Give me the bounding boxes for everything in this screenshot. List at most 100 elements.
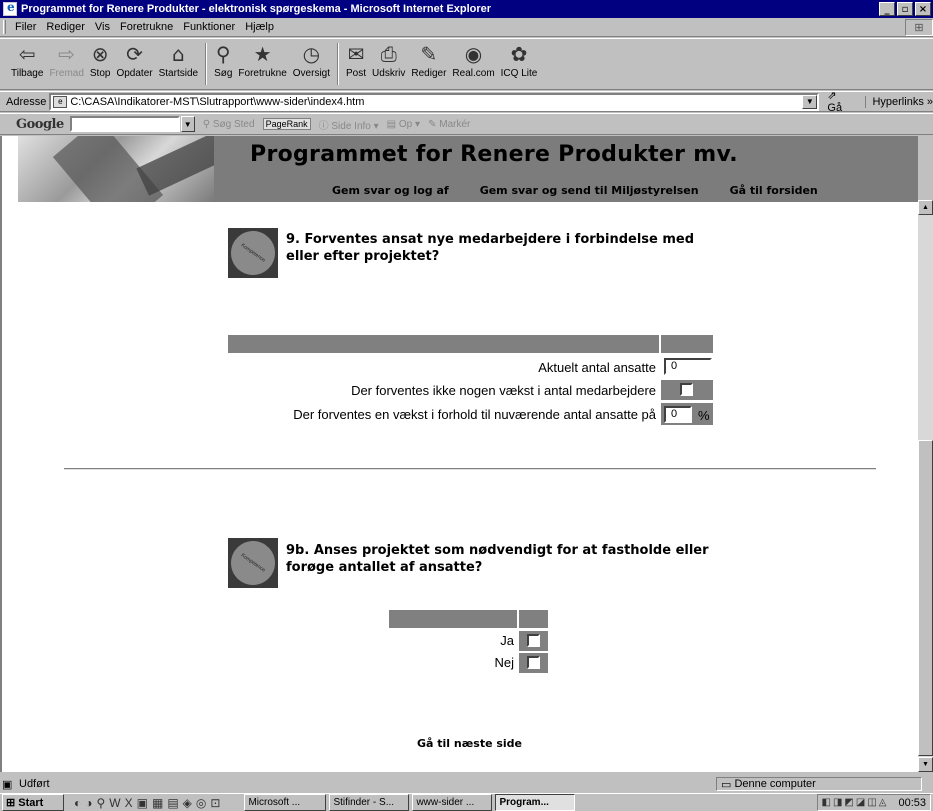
icq-lite-button[interactable]: ✿ ICQ Lite [501,39,538,87]
history-button[interactable]: ◷ Oversigt [293,39,330,87]
highlight-button[interactable]: ✎ Markér [428,119,470,130]
mail-button[interactable]: ✉ Post [346,39,366,87]
task-button[interactable]: www-sider ... [412,794,493,811]
realcom-button[interactable]: ◉ Real.com [452,39,494,87]
table-header [519,610,548,628]
security-zone: ▭ Denne computer [716,777,922,791]
quick-launch-icon[interactable]: ⊡ [210,796,220,810]
quick-launch-icon[interactable]: ◈ [183,796,192,810]
links-button[interactable]: Hyperlinks » [865,95,933,108]
question-badge-icon: Kompetence [222,532,284,594]
address-url: C:\CASA\Indikatorer-MST\Slutrapport\www-… [70,95,365,108]
table-header [661,335,713,353]
forward-arrow-icon: ⇨ [58,42,76,66]
no-checkbox[interactable] [527,656,540,669]
maximize-button[interactable]: ▫ [897,2,913,16]
section-divider [64,468,876,470]
minimize-button[interactable]: _ [879,2,895,16]
menu-bar: Filer Rediger Vis Foretrukne Funktioner … [0,18,933,37]
address-input[interactable]: e C:\CASA\Indikatorer-MST\Slutrapport\ww… [49,92,820,111]
stop-icon: ⊗ [91,42,109,66]
refresh-icon: ⟳ [126,42,143,66]
edit-button[interactable]: ✎ Rediger [411,39,446,87]
question-badge-icon: Kompetence [222,222,284,284]
google-toolbar: Google ▼ ⚲ Søg Sted PageRank ⓘ Side Info… [0,113,933,135]
history-icon: ◷ [302,42,321,66]
quick-launch-icon[interactable]: ▣ [137,796,148,810]
header-logo-image [18,136,214,202]
task-button-active[interactable]: Program... [495,794,576,811]
scroll-down-button[interactable]: ▼ [918,757,933,772]
growth-input[interactable]: 0 [664,406,692,423]
start-button[interactable]: ⊞ Start [2,794,64,811]
scroll-up-button[interactable]: ▲ [918,200,933,215]
print-icon: ⎙ [380,42,397,66]
search-site-button[interactable]: ⚲ Søg Sted [203,119,255,130]
favorites-icon: ★ [253,42,272,66]
current-employees-input[interactable]: 0 [664,358,712,375]
window-title: Programmet for Renere Produkter - elektr… [21,3,492,15]
refresh-button[interactable]: ⟳ Opdater [116,39,152,87]
yes-label: Ja [500,633,514,648]
google-search-input[interactable] [69,116,180,132]
page-content: Programmet for Renere Produkter mv. Gem … [0,136,918,772]
table-header [389,610,517,628]
home-link[interactable]: Gå til forsiden [730,184,818,197]
window-title-bar[interactable]: Programmet for Renere Produkter - elektr… [0,0,933,18]
back-button[interactable]: ⇦ Tilbage [11,39,43,87]
no-growth-label: Der forventes ikke nogen vækst i antal m… [351,383,656,398]
ie-icon [3,0,17,16]
menu-tools[interactable]: Funktioner [178,21,240,33]
menu-favorites[interactable]: Foretrukne [115,21,178,33]
google-logo[interactable]: Google [16,117,64,132]
computer-icon: ▭ [721,778,735,791]
menu-view[interactable]: Vis [90,21,115,33]
back-arrow-icon: ⇦ [18,42,36,66]
address-label: Adresse [6,95,47,108]
google-search-dropdown[interactable]: ▼ [180,116,195,132]
go-button[interactable]: ⇗ Gå [827,89,853,114]
scroll-thumb[interactable] [918,440,933,756]
home-button[interactable]: ⌂ Startside [159,39,198,87]
forward-button[interactable]: ⇨ Fremad [49,39,83,87]
quick-launch-icon[interactable]: ◐ [74,796,81,810]
menu-grip [3,20,6,34]
quick-launch-icon[interactable]: ▤ [167,796,178,810]
percent-label: % [698,408,710,423]
windows-flag-icon: ⊞ [6,797,19,809]
task-button[interactable]: Stifinder - S... [329,794,410,811]
yes-checkbox[interactable] [527,634,540,647]
address-bar: Adresse e C:\CASA\Indikatorer-MST\Slutra… [0,89,933,114]
quick-launch-icon[interactable]: ⚲ [97,796,106,810]
up-button[interactable]: ▤ Op ▾ [387,119,420,130]
quick-launch-icon[interactable]: ▦ [152,796,163,810]
quick-launch-icon[interactable]: ◎ [196,796,206,810]
quick-launch: ◐ ◑ ⚲ W X ▣ ▦ ▤ ◈ ◎ ⊡ [74,796,220,810]
quick-launch-icon[interactable]: W [109,796,120,810]
task-button[interactable]: Microsoft ... [244,794,327,811]
quick-launch-icon[interactable]: ◑ [85,796,92,810]
page-info-button[interactable]: ⓘ Side Info ▾ [319,117,379,132]
next-page-link[interactable]: Gå til næste side [417,737,522,750]
question-9b-text: 9b. Anses projektet som nødvendigt for a… [286,543,709,575]
favorites-button[interactable]: ★ Foretrukne [238,39,286,87]
save-logout-link[interactable]: Gem svar og log af [332,184,449,197]
no-growth-checkbox[interactable] [680,383,693,396]
toolbar-separator [205,43,208,85]
menu-edit[interactable]: Rediger [41,21,90,33]
windows-logo-icon: ⊞ [905,18,933,36]
vertical-scrollbar[interactable]: ▲ ▼ [918,200,933,772]
menu-file[interactable]: Filer [10,21,41,33]
search-button[interactable]: ⚲ Søg [214,39,232,87]
pagerank-button[interactable]: PageRank [262,118,311,130]
tray-icons[interactable]: ◧◨◩◪◫◬ [822,797,889,808]
address-dropdown-button[interactable]: ▼ [802,94,818,109]
edit-icon: ✎ [420,42,438,66]
save-send-link[interactable]: Gem svar og send til Miljøstyrelsen [480,184,699,197]
growth-label: Der forventes en vækst i forhold til nuv… [293,407,656,422]
menu-help[interactable]: Hjælp [240,21,279,33]
print-button[interactable]: ⎙ Udskriv [372,39,405,87]
close-button[interactable]: × [915,2,931,16]
quick-launch-icon[interactable]: X [125,796,133,810]
stop-button[interactable]: ⊗ Stop [90,39,111,87]
